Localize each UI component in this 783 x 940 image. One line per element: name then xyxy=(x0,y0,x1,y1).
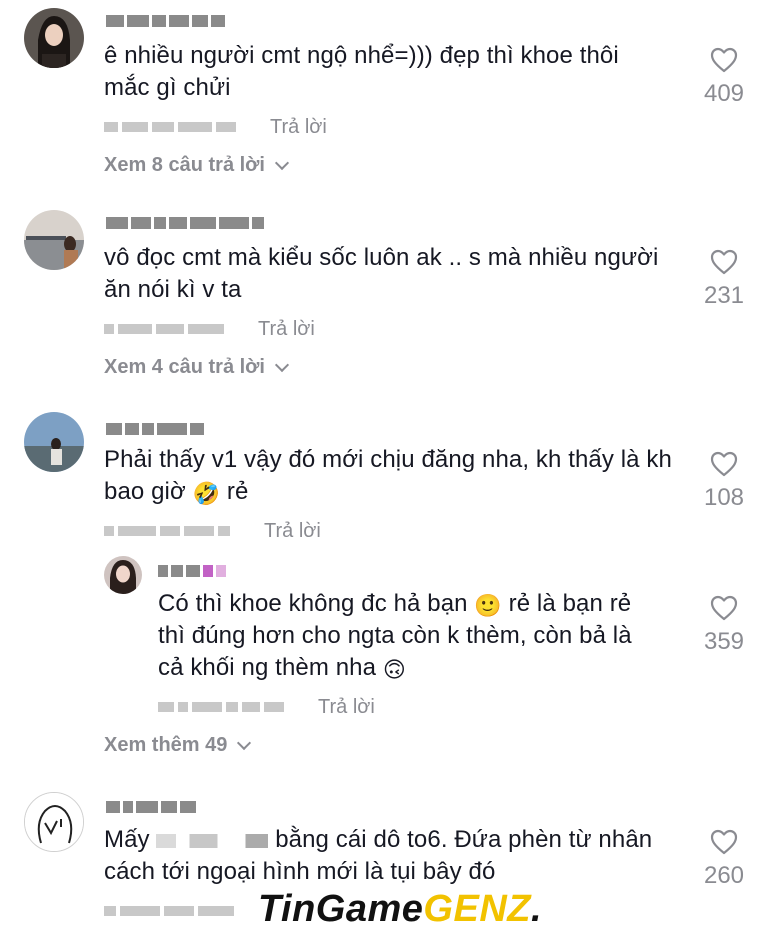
view-more-button[interactable]: Xem thêm 49 xyxy=(104,734,252,757)
smile-emoji-icon: 🙂 xyxy=(474,593,502,618)
reply-button[interactable]: Trả lời xyxy=(264,520,321,543)
view-replies-label: Xem 4 câu trả lời xyxy=(104,356,265,378)
date-blurred xyxy=(158,702,284,712)
username-blurred[interactable] xyxy=(106,216,264,230)
heart-icon xyxy=(710,595,738,621)
upside-down-emoji-icon: 🙃 xyxy=(382,657,406,682)
like-count: 231 xyxy=(703,282,745,309)
reply-avatar[interactable] xyxy=(104,556,142,594)
heart-icon xyxy=(710,249,738,275)
reply-meta: Trả lời xyxy=(158,694,375,720)
like-count: 409 xyxy=(703,80,745,107)
like-count: 359 xyxy=(703,628,745,655)
avatar[interactable] xyxy=(24,792,84,852)
avatar[interactable] xyxy=(24,8,84,68)
rofl-emoji-icon: 🤣 xyxy=(192,481,221,506)
view-replies-label: Xem 8 câu trả lời xyxy=(104,154,265,176)
date-blurred xyxy=(104,906,234,916)
username-blurred[interactable] xyxy=(106,422,204,436)
like-button[interactable]: 359 xyxy=(694,594,754,656)
reply-text-part: Có thì khoe không đc hả bạn xyxy=(158,590,475,617)
date-blurred xyxy=(104,122,236,132)
blurred-text xyxy=(156,833,269,848)
reply-username-blurred[interactable] xyxy=(158,564,226,578)
comment-text: Mấy bằng cái dô to6. Đứa phèn từ nhân cá… xyxy=(104,824,684,888)
like-count: 260 xyxy=(703,862,745,889)
view-replies-button[interactable]: Xem 4 câu trả lời xyxy=(104,356,290,379)
comment-text: Phải thấy v1 vậy đó mới chịu đăng nha, k… xyxy=(104,444,684,508)
comment-meta: Trả lời xyxy=(104,114,327,140)
watermark-accent: GENZ xyxy=(423,888,531,930)
reply-text: Có thì khoe không đc hả bạn 🙂 rẻ là bạn … xyxy=(158,588,658,684)
reply-button[interactable]: Trả lời xyxy=(318,696,375,719)
date-blurred xyxy=(104,324,224,334)
comment-meta xyxy=(104,898,234,924)
chevron-down-icon xyxy=(237,735,252,750)
reply-button[interactable]: Trả lời xyxy=(270,116,327,139)
reply-button[interactable]: Trả lời xyxy=(258,318,315,341)
chevron-down-icon xyxy=(274,357,290,372)
username-blurred[interactable] xyxy=(106,14,225,28)
heart-icon xyxy=(710,47,738,73)
avatar[interactable] xyxy=(24,210,84,270)
comment-text-part: Phải thấy v1 vậy đó mới chịu đăng nha, k… xyxy=(104,446,672,505)
comment-text: vô đọc cmt mà kiểu sốc luôn ak .. s mà n… xyxy=(104,244,659,303)
like-button[interactable]: 231 xyxy=(694,248,754,310)
heart-icon xyxy=(710,829,738,855)
view-replies-button[interactable]: Xem 8 câu trả lời xyxy=(104,154,290,177)
comment-meta: Trả lời xyxy=(104,316,315,342)
like-button[interactable]: 108 xyxy=(694,450,754,512)
like-button[interactable]: 409 xyxy=(694,46,754,108)
watermark-logo: TinGameGENZ. xyxy=(258,888,542,931)
like-count: 108 xyxy=(703,484,745,511)
comment-text: ê nhiều người cmt ngộ nhể=))) đẹp thì kh… xyxy=(104,42,619,101)
comment-meta: Trả lời xyxy=(104,518,321,544)
date-blurred xyxy=(104,526,230,536)
like-button[interactable]: 260 xyxy=(694,828,754,890)
comment-text-part: rẻ xyxy=(220,478,249,505)
avatar[interactable] xyxy=(24,412,84,472)
username-blurred[interactable] xyxy=(106,800,196,814)
watermark-part: TinGame xyxy=(258,888,424,930)
heart-icon xyxy=(710,451,738,477)
chevron-down-icon xyxy=(274,155,290,170)
watermark-part: . xyxy=(530,888,543,930)
comment-text-part: Mấy xyxy=(104,826,157,853)
view-more-label: Xem thêm 49 xyxy=(104,734,228,756)
